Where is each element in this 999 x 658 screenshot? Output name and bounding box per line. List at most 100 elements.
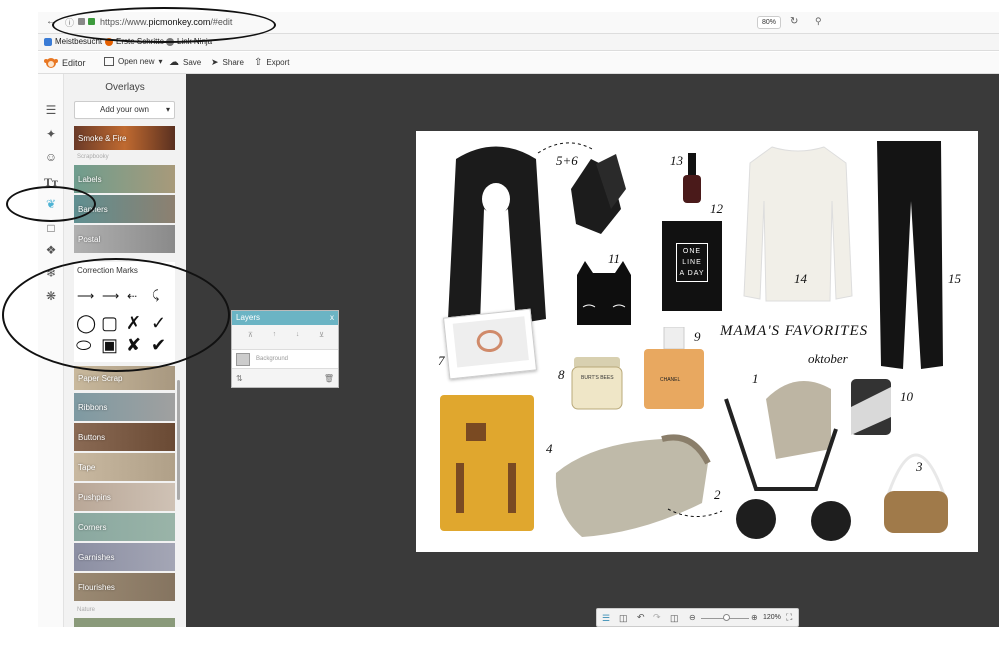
add-layer-icon[interactable]: ◫ xyxy=(619,613,628,624)
save-label: Save xyxy=(183,58,202,67)
add-your-own-button[interactable]: Add your own ▾ xyxy=(74,101,175,119)
section-label-scrapbooky: Scrapbooky xyxy=(77,154,109,160)
overlay-category-garnishes[interactable]: Garnishes xyxy=(74,543,175,571)
browser-zoom-badge[interactable]: 80% xyxy=(757,16,781,29)
perfume-label: CHANEL xyxy=(660,377,681,383)
layers-stack-icon[interactable]: ⇅ xyxy=(236,374,243,383)
close-icon[interactable]: x xyxy=(330,313,334,322)
nail-polish-image[interactable] xyxy=(680,153,704,205)
tile-label: Paper Scrap xyxy=(78,373,123,383)
export-button[interactable]: ⇧ Export xyxy=(254,57,290,68)
frame-icon[interactable]: □ xyxy=(43,220,59,236)
export-icon: ⇧ xyxy=(254,57,263,68)
layer-item-background[interactable]: Background xyxy=(232,349,338,369)
save-button[interactable]: ☁ Save xyxy=(169,57,201,68)
chevron-down-icon: ▾ xyxy=(158,57,163,66)
open-image-icon xyxy=(104,57,114,66)
tile-label: Corners xyxy=(78,522,107,532)
undo-icon[interactable]: ↶ xyxy=(637,612,645,623)
zoom-out-icon[interactable]: ⊖ xyxy=(689,613,696,622)
add-your-own-label: Add your own xyxy=(100,105,149,114)
tile-label: Postal xyxy=(78,234,101,244)
compare-icon[interactable]: ◫ xyxy=(670,613,679,624)
sliders-icon[interactable]: ☰ xyxy=(43,102,59,118)
bring-forward-icon[interactable]: ↑ xyxy=(273,331,277,341)
magic-wand-icon[interactable]: ✦ xyxy=(43,126,59,142)
zoom-in-icon[interactable]: ⊕ xyxy=(751,613,758,622)
layers-toggle-icon[interactable]: ☰ xyxy=(602,613,610,624)
layer-arrange-controls: ⊼ ↑ ↓ ⊻ xyxy=(238,331,334,341)
overlay-category-tape[interactable]: Tape xyxy=(74,453,175,481)
overlay-category-labels[interactable]: Labels xyxy=(74,165,175,193)
editor-logo[interactable]: Editor xyxy=(44,57,86,69)
app-toolbar: Editor Open new ▾ ☁ Save ➤ Share ⇧ Export xyxy=(38,52,999,74)
book-image[interactable]: ONE LINE A DAY xyxy=(662,221,722,311)
tile-label: Labels xyxy=(78,174,102,184)
send-to-back-icon[interactable]: ⊻ xyxy=(319,331,324,341)
cat-bag-image[interactable] xyxy=(569,259,639,331)
burts-bees-jar-image[interactable] xyxy=(570,351,624,413)
item-number: 11 xyxy=(608,251,621,266)
overlay-category-smoke-fire[interactable]: Smoke & Fire xyxy=(74,126,175,150)
trash-icon[interactable]: 🗑 xyxy=(324,374,334,383)
backpack-image[interactable] xyxy=(438,393,536,533)
tile-label: Ribbons xyxy=(78,402,108,412)
export-label: Export xyxy=(266,58,290,67)
panel-scrollbar[interactable] xyxy=(177,380,180,500)
tile-label: Buttons xyxy=(78,432,106,442)
board-subtitle: oktober xyxy=(808,351,848,366)
zoom-level: 120% xyxy=(763,614,781,621)
item-number: 1 xyxy=(752,371,759,386)
overlay-category-flourishes[interactable]: Flourishes xyxy=(74,573,175,601)
canvas-bottom-toolbar: ☰ ◫ ↶ ↷ ◫ ⊖ ⊕ 120% ⛶ xyxy=(596,608,799,627)
zoom-slider-handle[interactable] xyxy=(723,614,730,621)
share-label: Share xyxy=(222,58,244,67)
open-new-button[interactable]: Open new ▾ xyxy=(104,57,162,66)
item-number: 9 xyxy=(694,329,701,344)
annotation-circle-correction-marks xyxy=(2,258,230,372)
basket-bag-image[interactable] xyxy=(878,425,954,537)
jeans-image[interactable] xyxy=(871,141,947,371)
share-button[interactable]: ➤ Share xyxy=(211,57,244,68)
layers-header[interactable]: Layers xyxy=(232,311,338,325)
item-number: 2 xyxy=(714,487,721,502)
overlay-category-corners[interactable]: Corners xyxy=(74,513,175,541)
jar-label: BURT'S BEES xyxy=(581,375,614,381)
item-number: 13 xyxy=(670,153,683,168)
redo-icon[interactable]: ↷ xyxy=(653,612,661,623)
overlay-category-nature[interactable] xyxy=(74,618,175,627)
overlay-category-buttons[interactable]: Buttons xyxy=(74,423,175,451)
stroller-image[interactable] xyxy=(706,369,856,545)
bracelet-polaroid-image[interactable] xyxy=(443,308,537,380)
overlay-category-pushpins[interactable]: Pushpins xyxy=(74,483,175,511)
fullscreen-icon[interactable]: ⛶ xyxy=(786,612,792,623)
dashed-arrow-decoration xyxy=(667,508,723,517)
send-backward-icon[interactable]: ↓ xyxy=(296,331,300,341)
tile-label: Flourishes xyxy=(78,582,115,592)
search-icon[interactable]: ⚲ xyxy=(815,16,822,27)
item-number: 7 xyxy=(438,353,445,368)
face-icon[interactable]: ☺ xyxy=(43,149,59,165)
open-new-label: Open new xyxy=(118,57,155,66)
tile-label: Garnishes xyxy=(78,552,115,562)
overlay-category-postal[interactable]: Postal xyxy=(74,225,175,253)
tile-label: Smoke & Fire xyxy=(78,133,127,143)
save-icon: ☁ xyxy=(169,57,179,68)
footmuff-image[interactable] xyxy=(552,433,712,541)
annotation-circle-overlays-tool xyxy=(6,186,96,222)
layers-panel: Layers x ⊼ ↑ ↓ ⊻ Background ⇅ 🗑 xyxy=(231,310,339,388)
bookmark-icon xyxy=(44,37,52,46)
texture-icon[interactable]: ❖ xyxy=(43,242,59,258)
app-name: Editor xyxy=(62,58,86,68)
collage-canvas[interactable]: ONE LINE A DAY BURT'S BEES CHANEL MAMA'S… xyxy=(416,131,978,552)
item-number: 15 xyxy=(948,271,961,286)
book-title: ONE LINE A DAY xyxy=(676,243,708,282)
tile-label: Tape xyxy=(78,462,96,472)
dashed-arc-decoration xyxy=(537,142,593,154)
bring-to-front-icon[interactable]: ⊼ xyxy=(248,331,253,341)
layers-title: Layers xyxy=(236,313,261,322)
panel-title: Overlays xyxy=(105,82,145,93)
overlay-category-ribbons[interactable]: Ribbons xyxy=(74,393,175,421)
reload-icon[interactable]: ↻ xyxy=(790,16,798,27)
scarf-image[interactable] xyxy=(436,139,558,329)
